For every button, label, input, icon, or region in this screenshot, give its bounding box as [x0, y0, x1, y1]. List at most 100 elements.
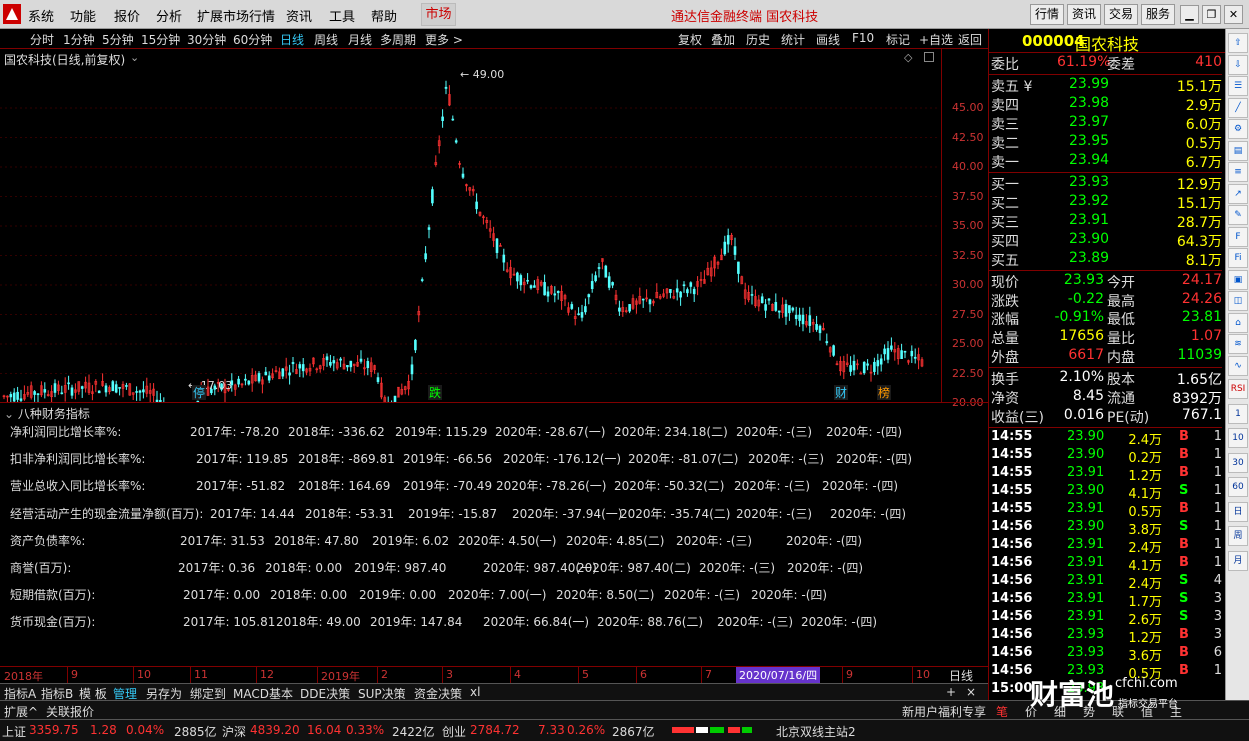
collapse-icon[interactable]: ⌄ — [4, 407, 14, 421]
quote-value: 6617 — [1068, 346, 1104, 363]
period-1min[interactable]: 1分钟 — [63, 31, 95, 48]
period-monthly[interactable]: 月线 — [348, 31, 372, 48]
sells-order-row[interactable]: 卖三 23.97 6.0万 — [989, 114, 1222, 133]
side-tool-icon[interactable]: ▤ — [1228, 140, 1248, 161]
side-tool-icon[interactable]: ╱ — [1228, 97, 1248, 118]
menu-analysis[interactable]: 分析 — [156, 6, 182, 25]
period-timeshare[interactable]: 分时 — [30, 31, 54, 48]
quote-label: 今开 — [1107, 275, 1135, 291]
add-icon[interactable]: + — [946, 685, 956, 699]
rtab-bi[interactable]: 笔 — [996, 703, 1008, 720]
period-15min[interactable]: 15分钟 — [141, 31, 180, 48]
chart-marker[interactable]: 榜 — [878, 385, 890, 400]
side-tool-icon[interactable]: F — [1228, 226, 1248, 247]
tool-adjust[interactable]: 复权 — [678, 31, 702, 48]
news-button[interactable]: 资讯 — [1067, 4, 1101, 25]
side-tool-button[interactable]: 30 — [1228, 452, 1248, 473]
period-30min[interactable]: 30分钟 — [187, 31, 226, 48]
candle-body — [237, 378, 240, 385]
buys-order-row[interactable]: 买三 23.91 28.7万 — [989, 212, 1222, 231]
buys-order-row[interactable]: 买四 23.90 64.3万 — [989, 231, 1222, 250]
chart-options-icon[interactable]: ⌄ — [130, 51, 139, 64]
trade-button[interactable]: 交易 — [1104, 4, 1138, 25]
side-tool-icon[interactable]: ◫ — [1228, 291, 1248, 311]
candlestick-chart[interactable]: ← 49.00 ← 17.03 停跌财榜 — [0, 49, 988, 402]
menu-system[interactable]: 系统 — [28, 6, 54, 25]
menu-quote[interactable]: 报价 — [114, 6, 140, 25]
side-tool-icon[interactable]: ⇩ — [1228, 54, 1248, 75]
sells-order-row[interactable]: 卖一 23.94 6.7万 — [989, 152, 1222, 171]
side-tool-icon[interactable]: ≡ — [1228, 162, 1248, 182]
diamond-icon[interactable]: ◇ — [904, 51, 912, 64]
candle-body — [142, 389, 145, 393]
side-tool-button[interactable]: 月 — [1228, 550, 1248, 571]
side-tool-icon[interactable]: ⇧ — [1228, 33, 1248, 53]
sells-order-row[interactable]: 卖四 23.98 2.9万 — [989, 95, 1222, 114]
chart-maximize-icon[interactable] — [924, 52, 934, 62]
menu-function[interactable]: 功能 — [70, 6, 96, 25]
tool-history[interactable]: 历史 — [746, 31, 770, 48]
tool-back[interactable]: 返回 — [958, 31, 982, 48]
close-icon[interactable]: ✕ — [1224, 5, 1243, 24]
buys-order-row[interactable]: 买五 23.89 8.1万 — [989, 250, 1222, 269]
period-5min[interactable]: 5分钟 — [102, 31, 134, 48]
period-multi[interactable]: 多周期 — [380, 31, 416, 48]
side-tool-icon[interactable]: ⌂ — [1228, 312, 1248, 333]
tool-mark[interactable]: 标记 — [886, 31, 910, 48]
tool-overlay[interactable]: 叠加 — [711, 31, 735, 48]
promo-link[interactable]: 新用户福利专享 — [902, 703, 986, 720]
tool-f10[interactable]: F10 — [852, 31, 874, 45]
tab-xl[interactable]: xl — [470, 685, 480, 699]
side-tool-button[interactable]: RSI — [1228, 379, 1248, 399]
side-tool-icon[interactable]: ☰ — [1228, 76, 1248, 96]
menu-help[interactable]: 帮助 — [371, 6, 397, 25]
axis-period-label[interactable]: 日线 — [949, 667, 973, 684]
period-60min[interactable]: 60分钟 — [233, 31, 272, 48]
tool-draw[interactable]: 画线 — [816, 31, 840, 48]
tick-row: 14:56 23.93 1.2万 B 3 — [989, 627, 1222, 646]
sells-order-row[interactable]: 卖二 23.95 0.5万 — [989, 133, 1222, 152]
side-tool-icon[interactable]: ∿ — [1228, 355, 1248, 376]
menu-tools[interactable]: 工具 — [329, 6, 355, 25]
buys-order-row[interactable]: 买二 23.92 15.1万 — [989, 193, 1222, 212]
tick-volume: 2.6万 — [1128, 612, 1162, 628]
maximize-icon[interactable]: ❐ — [1202, 5, 1221, 24]
side-tool-button[interactable]: 日 — [1228, 501, 1248, 522]
chart-marker[interactable]: 财 — [835, 386, 847, 400]
expand-button[interactable]: 扩展^ — [4, 703, 38, 720]
period-more[interactable]: 更多 > — [425, 31, 463, 48]
sells-order-row[interactable]: 卖五 ¥ 23.99 15.1万 — [989, 76, 1222, 95]
tool-stats[interactable]: 统计 — [781, 31, 805, 48]
market-button[interactable]: 市场 — [421, 3, 456, 26]
tool-add-watchlist[interactable]: +自选 — [919, 31, 953, 48]
related-quote-button[interactable]: 关联报价 — [46, 703, 94, 720]
index-name[interactable]: 上证 — [2, 723, 26, 740]
side-tool-icon[interactable]: ▣ — [1228, 269, 1248, 290]
side-tool-button[interactable]: 60 — [1228, 477, 1248, 497]
side-tool-icon[interactable]: Fi — [1228, 248, 1248, 268]
service-button[interactable]: 服务 — [1141, 4, 1175, 25]
indicator-title-text: 八种财务指标 — [17, 407, 90, 421]
side-tool-icon[interactable]: ↗ — [1228, 183, 1248, 204]
order-volume: 12.9万 — [1176, 177, 1222, 193]
quote-button[interactable]: 行情 — [1030, 4, 1064, 25]
server-name[interactable]: 北京双线主站2 — [776, 723, 856, 740]
side-tool-icon[interactable]: ✎ — [1228, 205, 1248, 225]
index-name[interactable]: 沪深 — [222, 723, 246, 740]
minimize-icon[interactable]: ▁ — [1180, 5, 1199, 24]
tick-price: 23.90 — [1067, 518, 1105, 534]
menu-news[interactable]: 资讯 — [286, 6, 312, 25]
side-tool-icon[interactable]: ⚙ — [1228, 119, 1248, 139]
side-tool-button[interactable]: 10 — [1228, 428, 1248, 448]
buys-order-row[interactable]: 买一 23.93 12.9万 — [989, 174, 1222, 193]
remove-icon[interactable]: × — [966, 685, 976, 699]
period-daily[interactable]: 日线 — [280, 31, 304, 48]
side-tool-icon[interactable]: ≋ — [1228, 334, 1248, 354]
chart-marker[interactable]: 跌 — [429, 385, 441, 400]
index-name[interactable]: 创业 — [442, 723, 466, 740]
menu-extended-market[interactable]: 扩展市场行情 — [197, 6, 275, 25]
side-tool-button[interactable]: 周 — [1228, 526, 1248, 546]
period-weekly[interactable]: 周线 — [314, 31, 338, 48]
side-tool-button[interactable]: 1 — [1228, 403, 1248, 424]
chart-marker[interactable]: 停 — [193, 385, 205, 400]
